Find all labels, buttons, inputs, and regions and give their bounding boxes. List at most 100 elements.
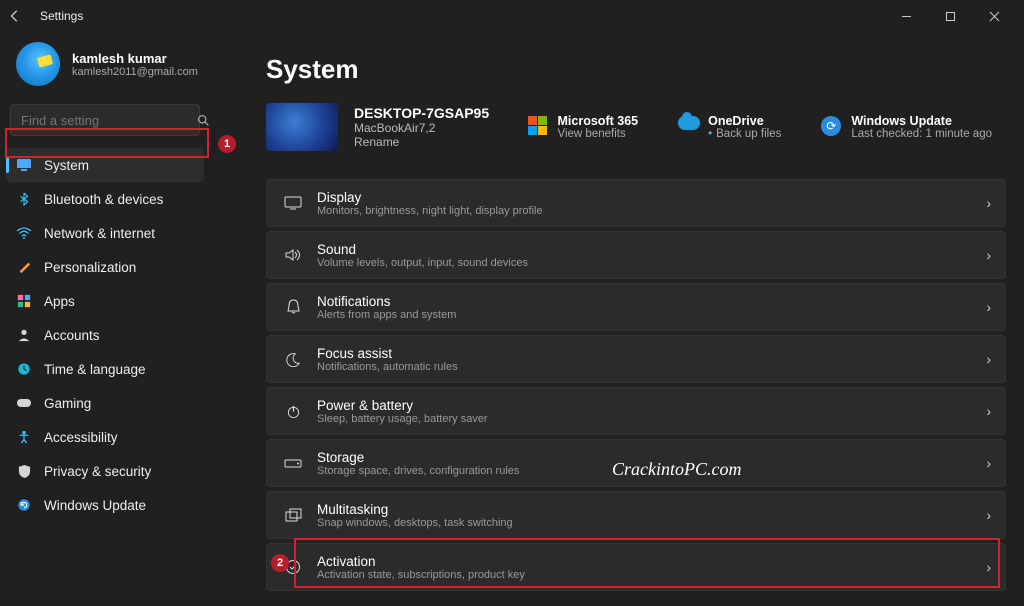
card-title: Sound: [317, 242, 986, 257]
sidebar: kamlesh kumar kamlesh2011@gmail.com Syst…: [0, 32, 210, 606]
card-sub: Activation state, subscriptions, product…: [317, 569, 986, 581]
status-sub: Last checked: 1 minute ago: [851, 128, 992, 140]
status-sub: •Back up files: [708, 128, 781, 140]
card-activation[interactable]: ActivationActivation state, subscription…: [266, 543, 1006, 591]
card-sub: Monitors, brightness, night light, displ…: [317, 205, 986, 217]
search-input-wrap[interactable]: [10, 104, 200, 136]
chevron-right-icon: ›: [986, 247, 991, 263]
close-button[interactable]: [972, 0, 1016, 32]
card-notifications[interactable]: NotificationsAlerts from apps and system…: [266, 283, 1006, 331]
rename-link[interactable]: Rename: [354, 135, 489, 149]
avatar: [16, 42, 60, 86]
sidebar-item-label: Windows Update: [44, 498, 146, 513]
sidebar-item-windows-update[interactable]: Windows Update: [6, 488, 204, 522]
status-microsoft365[interactable]: Microsoft 365 View benefits: [528, 114, 639, 140]
device-row: DESKTOP-7GSAP95 MacBookAir7,2 Rename Mic…: [266, 103, 1006, 151]
settings-card-list: DisplayMonitors, brightness, night light…: [266, 179, 1006, 591]
chevron-right-icon: ›: [986, 195, 991, 211]
shield-icon: [16, 463, 32, 479]
callout-1: 1: [218, 135, 236, 153]
chevron-right-icon: ›: [986, 403, 991, 419]
card-title: Storage: [317, 450, 986, 465]
minimize-button[interactable]: [884, 0, 928, 32]
card-power-battery[interactable]: Power & batterySleep, battery usage, bat…: [266, 387, 1006, 435]
chevron-right-icon: ›: [986, 351, 991, 367]
page-title: System: [266, 54, 1006, 85]
user-email: kamlesh2011@gmail.com: [72, 66, 198, 78]
microsoft-logo-icon: [528, 116, 548, 136]
search-icon: [197, 114, 210, 127]
card-title: Multitasking: [317, 502, 986, 517]
sidebar-item-label: Bluetooth & devices: [44, 192, 163, 207]
card-display[interactable]: DisplayMonitors, brightness, night light…: [266, 179, 1006, 227]
apps-icon: [16, 293, 32, 309]
sidebar-item-network[interactable]: Network & internet: [6, 216, 204, 250]
accessibility-icon: [16, 429, 32, 445]
brush-icon: [16, 259, 32, 275]
moon-icon: [279, 352, 307, 367]
chevron-right-icon: ›: [986, 559, 991, 575]
sidebar-item-bluetooth[interactable]: Bluetooth & devices: [6, 182, 204, 216]
search-input[interactable]: [21, 113, 197, 128]
card-title: Notifications: [317, 294, 986, 309]
card-sub: Alerts from apps and system: [317, 309, 986, 321]
device-name: DESKTOP-7GSAP95: [354, 105, 489, 121]
window-title: Settings: [40, 9, 83, 23]
sidebar-item-label: Time & language: [44, 362, 146, 377]
card-focus-assist[interactable]: Focus assistNotifications, automatic rul…: [266, 335, 1006, 383]
chevron-right-icon: ›: [986, 455, 991, 471]
sidebar-item-gaming[interactable]: Gaming: [6, 386, 204, 420]
person-icon: [16, 327, 32, 343]
back-button[interactable]: [8, 9, 40, 23]
status-title: Microsoft 365: [558, 114, 639, 128]
bluetooth-icon: [16, 191, 32, 207]
card-sub: Storage space, drives, configuration rul…: [317, 465, 986, 477]
card-title: Activation: [317, 554, 986, 569]
chevron-right-icon: ›: [986, 507, 991, 523]
sidebar-item-label: Apps: [44, 294, 75, 309]
display-icon: [279, 196, 307, 210]
user-profile[interactable]: kamlesh kumar kamlesh2011@gmail.com: [0, 32, 210, 104]
multitask-icon: [279, 508, 307, 522]
sidebar-item-label: Gaming: [44, 396, 91, 411]
card-storage[interactable]: StorageStorage space, drives, configurat…: [266, 439, 1006, 487]
titlebar: Settings: [0, 0, 1024, 32]
sidebar-item-system[interactable]: System: [6, 148, 204, 182]
gamepad-icon: [16, 395, 32, 411]
chevron-right-icon: ›: [986, 299, 991, 315]
status-windows-update[interactable]: ⟳ Windows Update Last checked: 1 minute …: [821, 114, 992, 140]
card-sub: Sleep, battery usage, battery saver: [317, 413, 986, 425]
sidebar-item-personalization[interactable]: Personalization: [6, 250, 204, 284]
sidebar-item-time-language[interactable]: Time & language: [6, 352, 204, 386]
cloud-icon: [678, 116, 698, 136]
sidebar-item-label: Accessibility: [44, 430, 118, 445]
power-icon: [279, 404, 307, 419]
card-sound[interactable]: SoundVolume levels, output, input, sound…: [266, 231, 1006, 279]
sidebar-item-label: Privacy & security: [44, 464, 151, 479]
sidebar-item-accessibility[interactable]: Accessibility: [6, 420, 204, 454]
bell-icon: [279, 299, 307, 315]
monitor-icon: [16, 157, 32, 173]
user-name: kamlesh kumar: [72, 51, 198, 66]
sidebar-item-label: Network & internet: [44, 226, 155, 241]
status-onedrive[interactable]: OneDrive •Back up files: [678, 114, 781, 140]
status-title: OneDrive: [708, 114, 781, 128]
status-sub: View benefits: [558, 128, 639, 140]
card-title: Display: [317, 190, 986, 205]
maximize-button[interactable]: [928, 0, 972, 32]
card-multitasking[interactable]: MultitaskingSnap windows, desktops, task…: [266, 491, 1006, 539]
sidebar-item-accounts[interactable]: Accounts: [6, 318, 204, 352]
storage-icon: [279, 457, 307, 469]
device-thumbnail: [266, 103, 338, 151]
card-sub: Volume levels, output, input, sound devi…: [317, 257, 986, 269]
callout-2: 2: [271, 554, 289, 572]
update-icon: [16, 497, 32, 513]
card-sub: Notifications, automatic rules: [317, 361, 986, 373]
card-sub: Snap windows, desktops, task switching: [317, 517, 986, 529]
sound-icon: [279, 248, 307, 262]
sidebar-item-privacy[interactable]: Privacy & security: [6, 454, 204, 488]
status-title: Windows Update: [851, 114, 992, 128]
device-model: MacBookAir7,2: [354, 121, 489, 135]
card-title: Focus assist: [317, 346, 986, 361]
sidebar-item-apps[interactable]: Apps: [6, 284, 204, 318]
